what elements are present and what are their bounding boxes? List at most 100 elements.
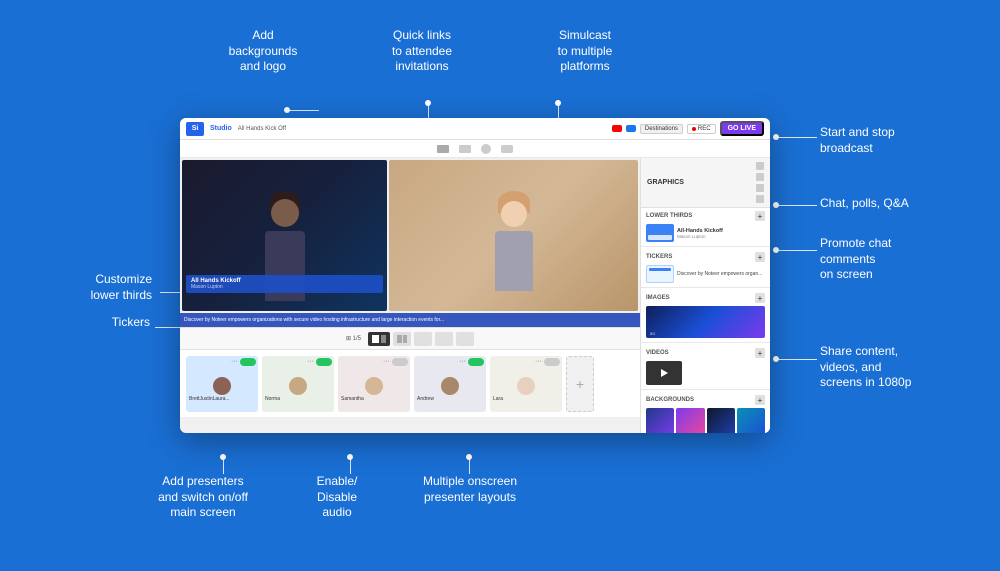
label-chat-polls: Chat, polls, Q&A [820, 196, 940, 212]
connector-add-bg-line [289, 110, 319, 111]
users-icon[interactable] [501, 145, 513, 153]
layout-btn-5[interactable] [456, 332, 474, 346]
label-add-presenters: Add presenters and switch on/off main sc… [148, 474, 258, 521]
sidebar-strip-icon-2[interactable] [756, 173, 764, 181]
go-live-button[interactable]: GO LIVE [720, 121, 764, 136]
label-enable-disable: Enable/ Disable audio [297, 474, 377, 521]
pt-name-2: Norma [262, 395, 334, 403]
videos-section: VIDEOS + [641, 345, 770, 387]
speaker2-figure [484, 191, 544, 311]
pt-head-2 [289, 377, 307, 395]
pt-toggle-2[interactable] [316, 358, 332, 366]
layout-btn-4[interactable] [435, 332, 453, 346]
pt-head-1 [213, 377, 231, 395]
event-title: All Hands Kick Off [238, 126, 606, 132]
settings-icon[interactable] [481, 144, 491, 154]
pt-controls-5: ··· [535, 358, 560, 366]
pt-toggle-4[interactable] [468, 358, 484, 366]
speaker2-body [495, 231, 533, 291]
pt-toggle-1[interactable] [240, 358, 256, 366]
topbar-controls: Destinations REC GO LIVE [612, 121, 764, 136]
ticker-text: Discover by Noteer empowers organization… [184, 317, 444, 323]
bg-thumb-row [641, 406, 770, 433]
connector-start-stop-line [779, 137, 817, 138]
facebook-icon [626, 125, 636, 132]
pt-more-4[interactable]: ··· [459, 358, 466, 366]
ticker-bar: Discover by Noteer empowers organization… [180, 313, 640, 327]
pt-more-1[interactable]: ··· [231, 358, 238, 366]
connector-simulcast-line [558, 100, 559, 118]
presenter-thumb-5[interactable]: ··· Lara [490, 356, 562, 412]
pt-head-3 [365, 377, 383, 395]
connector-quick-links-line [428, 100, 429, 118]
video-cell-speaker1: All Hands Kickoff Mason Lupton [182, 160, 387, 311]
bg-thumb-3[interactable] [707, 408, 735, 433]
backgrounds-add[interactable]: + [755, 395, 765, 405]
layout-icon-2 [381, 335, 386, 343]
connector-presenters-line [223, 454, 224, 474]
layout-btn-3[interactable] [414, 332, 432, 346]
pt-more-5[interactable]: ··· [535, 358, 542, 366]
bg-thumb-4[interactable] [737, 408, 765, 433]
pt-more-3[interactable]: ··· [383, 358, 390, 366]
destinations-button[interactable]: Destinations [640, 124, 683, 134]
speaker2-head [501, 201, 527, 227]
layout-half-1 [397, 335, 402, 343]
pt-head-5 [517, 377, 535, 395]
sidebar-strip-icon-3[interactable] [756, 184, 764, 192]
label-quick-links: Quick links to attendee invitations [377, 28, 467, 75]
pt-toggle-5[interactable] [544, 358, 560, 366]
pt-name-4: Andrew [414, 395, 486, 403]
add-presenter-button[interactable]: + [566, 356, 594, 412]
label-multiple-layouts: Multiple onscreen presenter layouts [415, 474, 525, 505]
backgrounds-label: BACKGROUNDS + [641, 392, 770, 406]
sidebar-scroll: LOWER THIRDS + All-Hands Kickoff Mason L… [641, 208, 770, 433]
videos-add[interactable]: + [755, 348, 765, 358]
images-label: IMAGES + [641, 290, 770, 304]
bg-thumb-2[interactable] [676, 408, 704, 433]
video-grid: All Hands Kickoff Mason Lupton [180, 158, 640, 313]
layout-icon-1 [372, 335, 379, 343]
video-thumb-1[interactable] [646, 361, 682, 385]
video-cell-speaker2 [389, 160, 638, 311]
presenter-thumb-1[interactable]: ··· BrettJustinLaura... [186, 356, 258, 412]
pt-toggle-3[interactable] [392, 358, 408, 366]
lower-thirds-item[interactable]: All-Hands Kickoff Mason Lupton [641, 222, 770, 244]
video-icon[interactable] [437, 145, 449, 153]
tickers-add[interactable]: + [755, 252, 765, 262]
label-tickers: Tickers [70, 315, 150, 331]
lt-item-sub: Mason Lupton [677, 234, 723, 239]
presenters-bar: ··· BrettJustinLaura... ··· [180, 349, 640, 417]
image-thumb-item[interactable]: 5G [641, 304, 770, 340]
sidebar-strip-icon-1[interactable] [756, 162, 764, 170]
lt-item-name: All-Hands Kickoff [677, 228, 723, 234]
icon-bar [180, 140, 770, 158]
sidebar-icon-strip [756, 162, 764, 203]
bg-thumb-1[interactable] [646, 408, 674, 433]
rec-button[interactable]: REC [687, 124, 716, 134]
layout-btn-1[interactable] [368, 332, 390, 346]
lt-item-text: All-Hands Kickoff Mason Lupton [677, 228, 723, 239]
lower-thirds-add[interactable]: + [755, 211, 765, 221]
section-divider-2 [641, 287, 770, 288]
pt-controls-3: ··· [383, 358, 408, 366]
presenter-thumb-2[interactable]: ··· Norma ♪ 3.4f [262, 356, 334, 412]
tickers-item[interactable]: Discover by Noteer empowers organ... [641, 263, 770, 285]
connector-chat-line [779, 205, 817, 206]
tickers-label: TICKERS + [641, 249, 770, 263]
layout-btn-2[interactable] [393, 332, 411, 346]
lt-title: Mason Lupton [191, 284, 378, 290]
graphics-label: GRAPHICS [647, 179, 684, 186]
sidebar-strip-icon-4[interactable] [756, 195, 764, 203]
pt-controls-1: ··· [231, 358, 256, 366]
images-add[interactable]: + [755, 293, 765, 303]
studio-logo: Si [186, 122, 204, 136]
backgrounds-section: BACKGROUNDS + ↑ Uploa [641, 392, 770, 433]
presenter-thumb-4[interactable]: ··· Andrew [414, 356, 486, 412]
pt-more-2[interactable]: ··· [307, 358, 314, 366]
pt-controls-4: ··· [459, 358, 484, 366]
section-divider-1 [641, 246, 770, 247]
presenter-thumb-3[interactable]: ··· Samantha [338, 356, 410, 412]
pt-name-3: Samantha [338, 395, 410, 403]
screen-icon[interactable] [459, 145, 471, 153]
